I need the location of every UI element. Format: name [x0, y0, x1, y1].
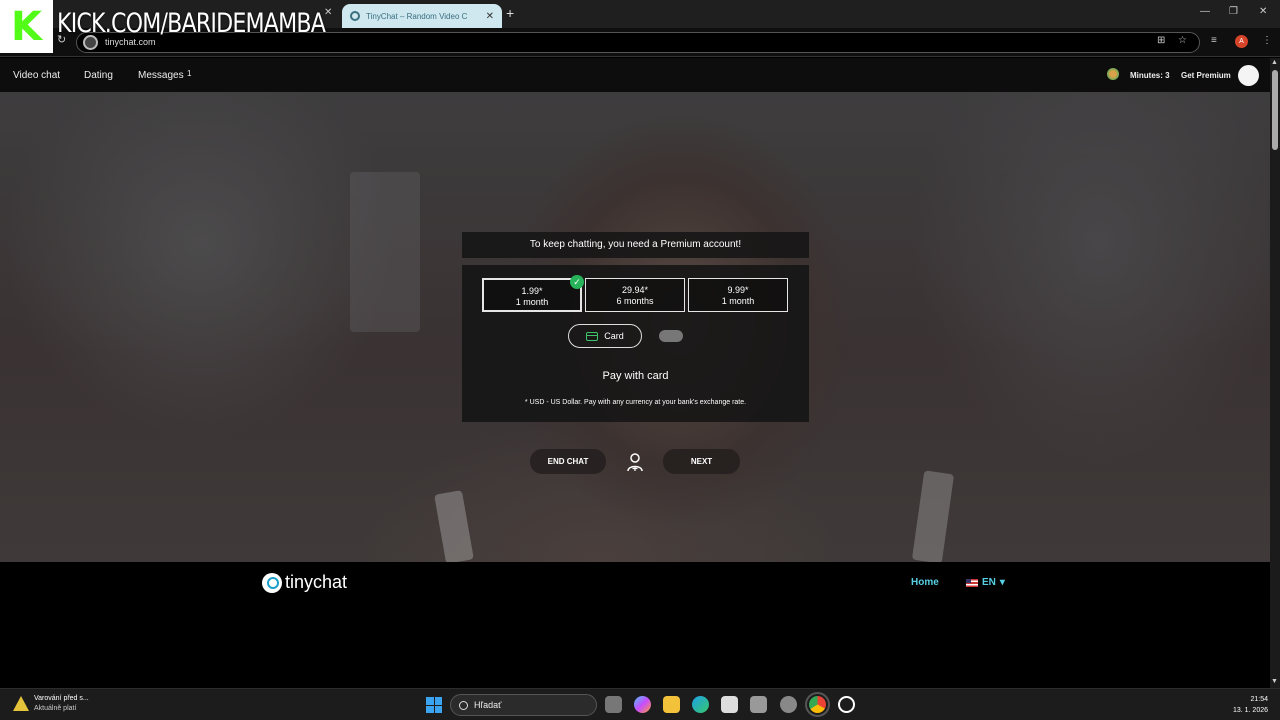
- windows-taskbar: Varování před s... Aktuálně platí Hľadať…: [0, 688, 1280, 720]
- nav-dating[interactable]: Dating: [84, 70, 113, 81]
- end-chat-button[interactable]: END CHAT: [530, 449, 606, 474]
- plan-period: 1 month: [721, 296, 755, 306]
- alt-pay-method-toggle[interactable]: [659, 330, 683, 342]
- pay-with-card-title: Pay with card: [602, 370, 669, 382]
- kick-logo: K: [0, 0, 53, 53]
- weather-warning-title[interactable]: Varování před s...: [34, 695, 89, 702]
- currency-note: * USD - US Dollar. Pay with any currency…: [524, 399, 747, 406]
- store-icon[interactable]: [721, 696, 738, 713]
- task-view-icon[interactable]: [605, 696, 622, 713]
- weather-warning-icon[interactable]: [13, 696, 29, 711]
- selected-check-icon: ✓: [570, 275, 584, 289]
- shirt-strap-right: [911, 470, 955, 562]
- media-control-icon[interactable]: ≡: [1211, 35, 1217, 46]
- credit-card-icon: [586, 331, 599, 341]
- file-explorer-icon[interactable]: [663, 696, 680, 713]
- kick-logo-letter: K: [11, 3, 42, 50]
- search-placeholder: Hľadať: [474, 700, 502, 710]
- card-label: Card: [604, 331, 624, 341]
- tinychat-logo[interactable]: tinychat: [262, 572, 347, 593]
- pay-method-card-button[interactable]: Card: [568, 324, 642, 348]
- menu-kebab-icon[interactable]: ⋮: [1262, 35, 1272, 46]
- weather-warning-subtitle: Aktuálně platí: [34, 705, 77, 712]
- plan-period: 1 month: [515, 297, 549, 307]
- scroll-down-icon[interactable]: ▼: [1271, 678, 1278, 685]
- us-flag-icon: [966, 578, 978, 587]
- messages-count-badge: 1: [187, 69, 192, 78]
- tab-close-icon[interactable]: ✕: [486, 11, 494, 22]
- copilot-icon[interactable]: [634, 696, 651, 713]
- app-icon[interactable]: [750, 696, 767, 713]
- site-footer: tinychat Home EN ▾: [0, 562, 1270, 688]
- language-selector[interactable]: EN ▾: [966, 577, 1005, 588]
- logo-text: tinychat: [285, 572, 348, 592]
- nav-video-chat[interactable]: Video chat: [13, 70, 60, 81]
- close-window-button[interactable]: ✕: [1259, 6, 1267, 17]
- tab-tinychat[interactable]: TinyChat – Random Video C ✕: [342, 4, 502, 28]
- new-tab-button[interactable]: +: [506, 5, 514, 21]
- footer-home-link[interactable]: Home: [911, 577, 939, 588]
- site-navbar: Video chat Dating Messages 1 Minutes: 3 …: [0, 58, 1270, 92]
- page-scrollbar[interactable]: ▲ ▼: [1270, 58, 1280, 688]
- premium-plans-panel: 1.99* 1 month ✓ 29.94* 6 months 9.99* 1 …: [462, 265, 809, 422]
- taskbar-search[interactable]: Hľadať: [450, 694, 597, 716]
- plan-price: 29.94*: [621, 285, 649, 295]
- user-avatar[interactable]: [1238, 65, 1259, 86]
- media-player-icon[interactable]: [838, 696, 855, 713]
- tab-title: TinyChat – Random Video C: [366, 11, 468, 21]
- background-door-shape: [350, 172, 420, 332]
- tinychat-logo-icon: [262, 572, 282, 593]
- next-button[interactable]: NEXT: [663, 449, 740, 474]
- minimize-button[interactable]: —: [1200, 6, 1210, 17]
- minutes-remaining: Minutes: 3: [1130, 71, 1170, 80]
- system-clock[interactable]: 21:54 13. 1. 2026: [1200, 694, 1268, 716]
- get-premium-link[interactable]: Get Premium: [1181, 71, 1231, 80]
- search-icon: [459, 700, 468, 710]
- chevron-down-icon: ▾: [999, 577, 1005, 588]
- scroll-thumb[interactable]: [1272, 70, 1278, 150]
- person-icon[interactable]: [625, 452, 645, 472]
- plan-period: 6 months: [616, 296, 654, 306]
- shirt-strap-left: [434, 490, 474, 562]
- translate-icon[interactable]: ⊞: [1157, 35, 1165, 46]
- chrome-icon[interactable]: [805, 692, 830, 717]
- nav-messages[interactable]: Messages: [138, 70, 184, 81]
- language-code: EN: [982, 577, 996, 588]
- clock-time: 21:54: [1250, 696, 1268, 703]
- premium-required-banner: To keep chatting, you need a Premium acc…: [462, 232, 809, 258]
- plan-price: 9.99*: [727, 285, 749, 295]
- tab-close-icon[interactable]: ✕: [324, 7, 332, 18]
- bookmark-star-icon[interactable]: ☆: [1178, 35, 1187, 46]
- edge-icon[interactable]: [692, 696, 709, 713]
- plan-option-3[interactable]: 9.99* 1 month: [688, 278, 788, 312]
- restore-button[interactable]: ❐: [1229, 6, 1238, 17]
- windows-start-icon[interactable]: [426, 697, 442, 713]
- tinychat-favicon-icon: [350, 11, 360, 21]
- plan-price: 1.99*: [521, 286, 543, 296]
- profile-avatar[interactable]: A: [1235, 35, 1248, 48]
- minutes-coin-icon: [1107, 68, 1119, 80]
- clock-date: 13. 1. 2026: [1232, 707, 1268, 714]
- plan-option-2[interactable]: 29.94* 6 months: [585, 278, 685, 312]
- plan-option-1[interactable]: 1.99* 1 month: [482, 278, 582, 312]
- stream-url-overlay: KICK.COM/BARIDEMAMBA: [57, 8, 326, 39]
- obs-icon[interactable]: [780, 696, 797, 713]
- scroll-up-icon[interactable]: ▲: [1271, 59, 1278, 66]
- screen: ✕ TinyChat – Random Video C ✕ + — ❐ ✕ ti…: [0, 0, 1280, 720]
